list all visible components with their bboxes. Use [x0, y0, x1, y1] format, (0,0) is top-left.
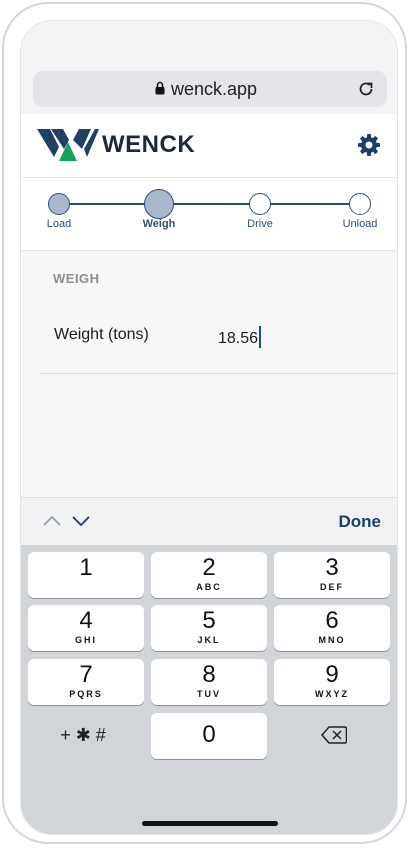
key-digit: 0 — [202, 721, 216, 748]
step-label-drive: Drive — [247, 218, 273, 230]
key-digit: 7 — [79, 661, 93, 688]
browser-bar: wenck.app — [21, 21, 397, 115]
key-9[interactable]: 9 WXYZ — [274, 659, 390, 705]
key-digit: 3 — [325, 554, 339, 581]
key-6[interactable]: 6 MNO — [274, 605, 390, 651]
text-caret — [259, 326, 262, 348]
step-label-unload: Unload — [342, 218, 378, 230]
step-unload[interactable] — [349, 193, 371, 215]
key-digit: 6 — [325, 607, 339, 634]
symbols-key[interactable]: + ✱ # — [43, 725, 123, 746]
keyboard-toolbar: Done — [21, 497, 397, 546]
key-letters: GHI — [74, 635, 97, 645]
key-digit: 5 — [202, 607, 216, 634]
key-4[interactable]: 4 GHI — [28, 605, 144, 651]
key-letters: ABC — [196, 582, 222, 592]
step-drive[interactable] — [249, 193, 271, 215]
key-8[interactable]: 8 TUV — [151, 659, 267, 705]
phone-frame: wenck.app WENCK Load Weigh Drive Unload … — [2, 2, 407, 844]
address-bar[interactable]: wenck.app — [33, 71, 387, 107]
key-digit: 8 — [202, 661, 216, 688]
home-indicator — [142, 821, 278, 826]
section-title: WEIGH — [53, 271, 100, 286]
key-digit: 9 — [325, 661, 339, 688]
key-2[interactable]: 2 ABC — [151, 552, 267, 598]
backspace-icon[interactable] — [321, 726, 347, 744]
key-3[interactable]: 3 DEF — [274, 552, 390, 598]
progress-stepper: Load Weigh Drive Unload — [21, 178, 397, 251]
step-weigh[interactable] — [144, 189, 174, 219]
key-letters: MNO — [318, 635, 346, 645]
numeric-keypad: 1 2 ABC 3 DEF 4 GHI 5 JKL 6 MNO 7 PQRS 8… — [21, 545, 397, 834]
weight-label: Weight (tons) — [54, 326, 149, 343]
key-5[interactable]: 5 JKL — [151, 605, 267, 651]
app-header: WENCK — [21, 114, 397, 178]
weigh-form: WEIGH Weight (tons) 18.56 — [21, 251, 397, 497]
reload-icon[interactable] — [357, 80, 375, 98]
chevron-up-icon[interactable] — [42, 514, 62, 528]
key-1[interactable]: 1 — [28, 552, 144, 598]
key-0[interactable]: 0 — [151, 713, 267, 759]
done-button[interactable]: Done — [339, 512, 382, 532]
key-digit: 1 — [79, 554, 93, 581]
key-letters: PQRS — [69, 689, 103, 699]
weight-value: 18.56 — [218, 330, 259, 347]
url-text: wenck.app — [171, 79, 258, 99]
step-label-weigh: Weigh — [142, 218, 176, 230]
key-letters: DEF — [320, 582, 344, 592]
key-7[interactable]: 7 PQRS — [28, 659, 144, 705]
wenck-logo-icon — [37, 129, 99, 161]
key-letters: WXYZ — [315, 689, 349, 699]
step-label-load: Load — [46, 218, 72, 230]
lock-icon — [155, 81, 165, 95]
key-digit: 4 — [79, 607, 93, 634]
step-load[interactable] — [48, 193, 70, 215]
chevron-down-icon[interactable] — [71, 514, 91, 528]
screen: wenck.app WENCK Load Weigh Drive Unload … — [20, 20, 398, 835]
gear-icon[interactable] — [357, 133, 381, 157]
stepper-line-done — [59, 203, 145, 205]
key-letters: JKL — [197, 635, 221, 645]
brand-name: WENCK — [102, 131, 196, 158]
key-letters: TUV — [197, 689, 221, 699]
key-digit: 2 — [202, 554, 216, 581]
weight-input[interactable]: 18.56 — [218, 326, 262, 348]
field-divider — [39, 373, 397, 374]
